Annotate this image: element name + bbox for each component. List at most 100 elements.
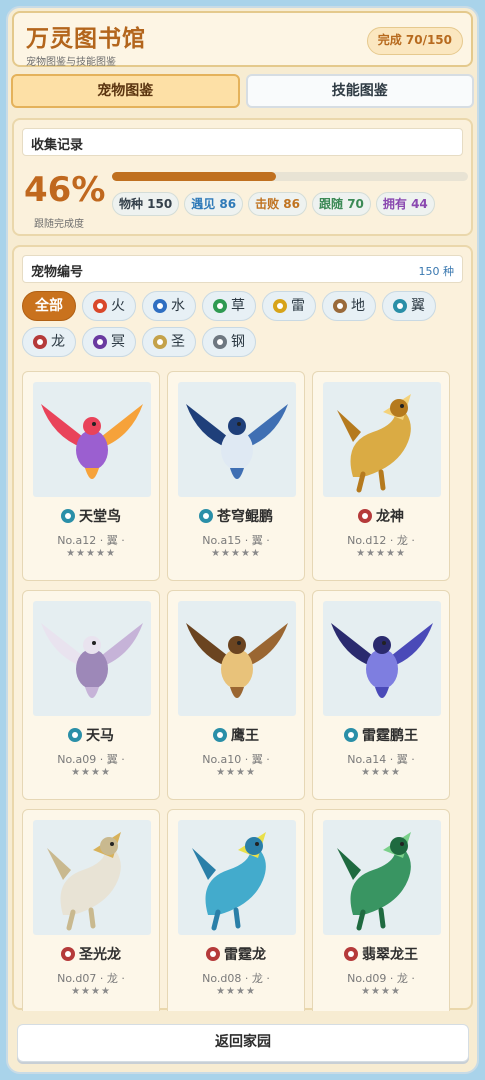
pet-card[interactable]: 天马 No.a09 · 翼 · ★★★★ [22,590,160,800]
filter-chip-label: 雷 [291,298,305,314]
tab-bar: 宠物图鉴 技能图鉴 [11,74,474,108]
filter-chip[interactable]: 龙 [22,327,76,357]
filter-chip[interactable]: 草 [202,291,256,321]
pet-name-row: 苍穹鲲鹏 [168,506,304,526]
element-icon [206,947,220,961]
element-filter-bar: 全部 火 水 草 雷 地 翼龙 冥 圣 钢 [22,291,462,357]
pet-portrait [33,820,151,935]
pet-rarity-stars: ★★★★ [216,986,256,997]
filter-chip[interactable]: 火 [82,291,136,321]
filter-chip[interactable]: 全部 [22,291,76,321]
element-icon [344,947,358,961]
pet-card[interactable]: 雷霆龙 No.d08 · 龙 · ★★★★ [167,809,305,1011]
pet-art-rainbow-phoenix [41,404,143,479]
pet-name-row: 鹰王 [168,725,304,745]
steel-icon [213,335,227,349]
pet-art-golden-dragon [337,394,411,493]
tab-skill-codex[interactable]: 技能图鉴 [245,74,474,108]
pet-portrait [323,601,441,716]
pet-rarity-stars: ★★★★★ [66,548,116,559]
lightning-icon [273,299,287,313]
moon-icon [93,335,107,349]
page-title: 万灵图书馆 [26,26,146,52]
catalog-panel: 宠物编号 150 种 全部火水草雷地翼龙冥圣钢 天堂鸟 No.a12 · 翼 · ★… [12,245,473,1011]
filter-chip[interactable]: 水 [142,291,196,321]
pet-card[interactable]: 天堂鸟 No.a12 · 翼 · ★★★★★ [22,371,160,581]
filter-chip[interactable]: 地 [322,291,376,321]
pet-rarity-stars: ★★★★★ [211,548,261,559]
completion-percent: 46% [24,170,106,210]
collection-header: 收集记录 [22,128,463,156]
tab-pet-codex[interactable]: 宠物图鉴 [11,74,240,108]
pet-card[interactable]: 鹰王 No.a10 · 翼 · ★★★★ [167,590,305,800]
pet-name-row: 圣光龙 [23,944,159,964]
filter-chip[interactable]: 翼 [382,291,436,321]
pet-card[interactable]: 翡翠龙王 No.d09 · 龙 · ★★★★ [312,809,450,1011]
pet-number: No.a10 · 翼 · [202,753,270,766]
pet-name-row: 雷霆鹏王 [313,725,449,745]
pet-card[interactable]: 圣光龙 No.d07 · 龙 · ★★★★ [22,809,160,1011]
holy-icon [153,335,167,349]
element-icon [61,509,75,523]
filter-chip-label: 全部 [35,298,63,314]
filter-chip[interactable]: 冥 [82,327,136,357]
pet-rarity-stars: ★★★★ [361,767,401,778]
pet-card[interactable]: 雷霆鹏王 No.a14 · 翼 · ★★★★ [312,590,450,800]
pet-art-pegasus [41,623,143,698]
filter-chip[interactable]: 钢 [202,327,256,357]
pet-number: No.a15 · 翼 · [202,534,270,547]
pet-number: No.a12 · 翼 · [57,534,125,547]
pet-number: No.d12 · 龙 · [347,534,415,547]
filter-chip-label: 草 [231,298,245,314]
element-icon [213,728,227,742]
pet-name-row: 天堂鸟 [23,506,159,526]
pet-number: No.a09 · 翼 · [57,753,125,766]
return-home-button[interactable]: 返回家园 [17,1024,469,1062]
dragon-icon [33,335,47,349]
filter-chip-label: 钢 [231,334,245,350]
pet-card[interactable]: 苍穹鲲鹏 No.a15 · 翼 · ★★★★★ [167,371,305,581]
pet-name: 天马 [86,728,114,744]
filter-chip[interactable]: 圣 [142,327,196,357]
completion-badge: 完成 70/150 [366,27,463,55]
catalog-heading: 宠物编号 [31,265,84,280]
pet-number: No.d08 · 龙 · [202,972,270,985]
pet-portrait [323,382,441,497]
pet-name: 翡翠龙王 [362,947,418,963]
pet-art-holy-dragon [47,832,121,931]
filter-chip-label: 圣 [171,334,185,350]
filter-chip-label: 火 [111,298,125,314]
pet-art-thunder-roc [331,623,433,698]
filter-chip-label: 水 [171,298,185,314]
pet-name-row: 龙神 [313,506,449,526]
pet-name: 雷霆鹏王 [362,728,418,744]
filter-chip-label: 龙 [51,334,65,350]
pet-rarity-stars: ★★★★ [216,767,256,778]
stat-species: 物种 150 [112,192,180,216]
filter-chip-label: 地 [351,298,365,314]
pet-portrait [323,820,441,935]
completion-bar-fill [112,172,276,181]
element-icon [199,509,213,523]
filter-chip[interactable]: 雷 [262,291,316,321]
earth-icon [333,299,347,313]
fire-icon [93,299,107,313]
pet-name: 雷霆龙 [224,947,266,963]
stat-owned: 拥有 44 [375,192,435,216]
wing-icon [393,299,407,313]
pet-art-thunder-dragon [192,832,266,931]
element-icon [358,509,372,523]
element-icon [61,947,75,961]
pet-portrait [178,601,296,716]
catalog-header: 宠物编号 150 种 [22,255,463,283]
pet-rarity-stars: ★★★★★ [356,548,406,559]
element-icon [344,728,358,742]
pet-name: 鹰王 [231,728,259,744]
pet-grid-scroll[interactable]: 天堂鸟 No.a12 · 翼 · ★★★★★ 苍穹鲲鹏 No.a15 · 翼 · ★★★★… [22,371,464,1011]
pet-rarity-stars: ★★★★ [71,767,111,778]
pet-rarity-stars: ★★★★ [361,986,401,997]
pet-name-row: 天马 [23,725,159,745]
pet-portrait [178,820,296,935]
pet-card[interactable]: 龙神 No.d12 · 龙 · ★★★★★ [312,371,450,581]
pet-portrait [33,601,151,716]
